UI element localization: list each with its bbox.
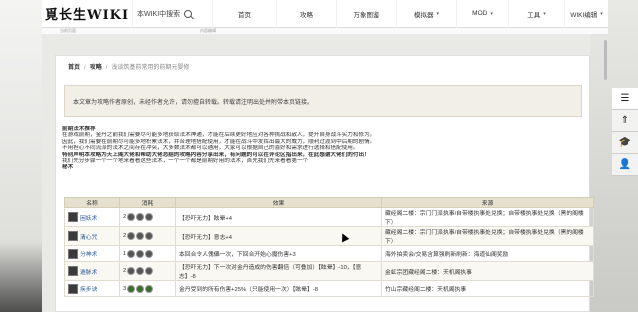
spell-icon [68, 231, 78, 241]
user-icon[interactable]: 👤 [612, 154, 638, 176]
table-row: 清心咒 2 【恐吓无力】意志+4 藏经阁二楼：宗门门派执事/自带楼执事处兑换；自… [64, 226, 594, 246]
sub-strip-right: 内容编辑 [200, 28, 216, 33]
source-cell: 竹山宗藏经阁二楼：天机阁执事 [381, 280, 594, 297]
sub-header-strip: 当前页面 内容编辑 [42, 28, 608, 34]
column-header-source: 来源 [381, 197, 594, 208]
top-navigation: 覓长生WIKI 本WIKI中搜索 首页 攻略 万象图鉴 模拟器 ▾ MOD ▾ 工具… [42, 0, 608, 28]
element-icon [127, 249, 136, 258]
spell-name-link[interactable]: 困妖术 [80, 213, 97, 222]
search-placeholder: 本WIKI中搜索 [137, 10, 181, 18]
nav-home-label: 首页 [238, 11, 251, 19]
floating-toolbar: ☰ ⇑ 🎓 👤 [612, 88, 638, 176]
up-arrow-icon[interactable]: ⇑ [612, 110, 638, 132]
breadcrumb: 首页 / 攻略 / 浅谈筑基前常用的前期元婴修 [68, 62, 189, 71]
nav-guides[interactable]: 攻略 [276, 0, 336, 28]
chevron-down-icon: ▾ [436, 10, 439, 17]
copyright-notice: 本文章为攻略作者原创，未经作者允许，请勿擅自转载。转载请注明出处并附带本页链接。 [64, 85, 582, 117]
table-row: 困妖术 2 【恐吓无力】眩晕+4 藏经阁二楼：宗门门派执事/自带楼执事处兑换；自… [64, 207, 594, 227]
effect-cell: 【恐吓无力】意志+4 [175, 226, 382, 246]
effect-cell: 【恐吓无力】下一次对金丹造成的伤害翻倍（可叠加）【眩晕】-10，【意志】-8 [175, 261, 382, 281]
spell-name-link[interactable]: 遁脉术 [80, 267, 97, 276]
spell-name-link[interactable]: 清心咒 [80, 232, 97, 241]
element-icon [127, 267, 136, 275]
breadcrumb-current: 浅谈筑基前常用的前期元婴修 [111, 65, 190, 71]
element-icon [136, 249, 145, 258]
cost-value: 2 [123, 214, 127, 220]
cost-value: 2 [123, 268, 127, 274]
table-row: 分神术 1 本回合令人傀儡一次，下回合开始心魔伤害+3 海外拍卖会/交易含算强刷… [64, 245, 594, 262]
graduation-cap-icon[interactable]: 🎓 [612, 132, 638, 154]
chevron-down-icon: ▾ [490, 10, 493, 17]
effect-cell: 金丹受到的所有伤害+25%（只能使用一次）【眩晕】-8 [175, 280, 382, 297]
cost-value: 3 [123, 285, 127, 292]
article-body: 前期法术推荐 在游戏前期，金丹之前我们需要尽可能多地获取法术神通，才能在后续更好… [62, 126, 582, 171]
element-icon [127, 232, 136, 240]
breadcrumb-separator: / [84, 65, 86, 71]
sub-strip-left: 当前页面 [60, 28, 76, 33]
effect-cell: 本回合令人傀儡一次，下回合开始心魔伤害+3 [175, 245, 382, 262]
element-icon [145, 284, 154, 293]
nav-mod[interactable]: MOD ▾ [456, 0, 508, 28]
spell-table: 名称 消耗 效果 来源 困妖术 2 【恐吓无力】眩晕+4 藏经阁二楼：宗门门派执… [64, 197, 594, 297]
element-icon [145, 249, 154, 258]
element-icon [127, 213, 136, 221]
chevron-down-icon: ▾ [543, 10, 546, 17]
effect-cell: 【恐吓无力】眩晕+4 [175, 207, 382, 227]
breadcrumb-home[interactable]: 首页 [68, 65, 80, 71]
source-cell: 金虹宗团藏经阁二楼：天机阁执事 [381, 261, 594, 281]
breadcrumb-section[interactable]: 攻略 [90, 65, 102, 71]
table-header-row: 名称 消耗 效果 来源 [64, 197, 594, 208]
element-icon [136, 284, 145, 293]
nav-simulator-label: 模拟器 [413, 11, 434, 19]
article-subheading: 秘术 [62, 164, 74, 171]
element-icon [145, 232, 154, 240]
chevron-down-icon: ▾ [600, 10, 603, 17]
source-cell: 藏经阁二楼：宗门门派执事/自带楼执事处兑换；自带楼执事处兑换（黑的阁楼下） [381, 226, 594, 246]
nav-guides-label: 攻略 [300, 11, 313, 19]
column-header-name: 名称 [64, 197, 120, 208]
spell-icon [68, 212, 78, 222]
cost-value: 2 [123, 233, 127, 239]
nav-mod-label: MOD [472, 10, 488, 17]
nav-codex-label: 万象图鉴 [353, 11, 380, 19]
nav-wiki-edit-label: WIKI编辑 [570, 11, 598, 19]
spell-name-link[interactable]: 疾步诀 [80, 284, 97, 293]
element-icon [136, 213, 145, 221]
search-icon[interactable] [184, 9, 193, 18]
left-background-shade [0, 242, 42, 312]
spell-icon [68, 266, 78, 276]
notice-text: 本文章为攻略作者原创，未经作者允许，请勿擅自转载。转载请注明出处并附带本页链接。 [73, 99, 314, 106]
element-icon [127, 284, 136, 293]
scrollbar[interactable] [604, 40, 607, 80]
nav-tools-label: 工具 [527, 11, 541, 19]
nav-codex[interactable]: 万象图鉴 [336, 0, 396, 28]
element-icon [145, 213, 154, 221]
spell-name-link[interactable]: 分神术 [80, 249, 97, 258]
cost-value: 1 [123, 250, 127, 257]
element-icon [145, 267, 154, 275]
nav-tools[interactable]: 工具 ▾ [508, 0, 564, 28]
breadcrumb-separator: / [105, 65, 108, 71]
site-logo[interactable]: 覓长生WIKI [42, 0, 132, 28]
nav-wiki-edit[interactable]: WIKI编辑 ▾ [564, 0, 608, 28]
spell-icon [68, 283, 78, 294]
spell-icon [68, 248, 78, 259]
source-cell: 藏经阁二楼：宗门门派执事/自带楼执事处兑换；自带楼执事处兑换（黑的阁楼下） [381, 207, 594, 227]
menu-icon[interactable]: ☰ [612, 88, 638, 110]
column-header-cost: 消耗 [119, 197, 176, 208]
source-cell: 海外拍卖会/交易含算强刷新刷新：海道仙阁奖励 [381, 245, 594, 262]
nav-simulator[interactable]: 模拟器 ▾ [396, 0, 456, 28]
column-header-effect: 效果 [175, 197, 382, 208]
element-icon [136, 232, 145, 240]
table-row: 遁脉术 2 【恐吓无力】下一次对金丹造成的伤害翻倍（可叠加）【眩晕】-10，【意… [64, 261, 594, 281]
table-row: 疾步诀 3 金丹受到的所有伤害+25%（只能使用一次）【眩晕】-8 竹山宗藏经阁… [64, 280, 594, 297]
nav-home[interactable]: 首页 [212, 0, 276, 28]
search-box[interactable]: 本WIKI中搜索 [132, 0, 212, 28]
element-icon [136, 267, 145, 275]
